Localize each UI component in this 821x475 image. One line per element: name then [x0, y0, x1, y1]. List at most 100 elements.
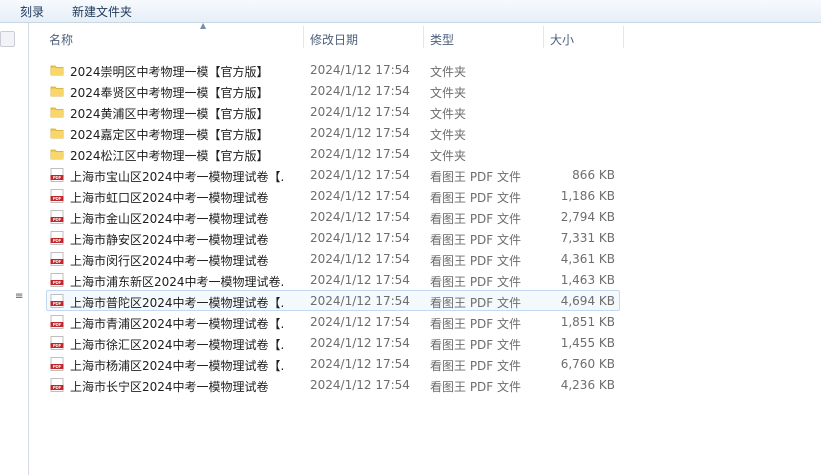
file-name: 上海市闵行区2024中考一模物理试卷	[70, 254, 269, 268]
file-type: 看图王 PDF 文件	[430, 191, 522, 205]
file-date: 2024/1/12 17:54	[310, 357, 410, 371]
file-size: 4,694 KB	[560, 294, 615, 308]
file-type: 看图王 PDF 文件	[430, 170, 522, 184]
file-type: 看图王 PDF 文件	[430, 338, 522, 352]
file-row[interactable]: 2024黄浦区中考物理一模【官方版】 2024/1/12 17:54 文件夹	[46, 101, 620, 122]
file-row[interactable]: PDF 上海市青浦区2024中考一模物理试卷【... 2024/1/12 17:54…	[46, 311, 620, 332]
file-size: 1,455 KB	[560, 336, 615, 350]
file-name: 上海市徐汇区2024中考一模物理试卷【...	[70, 338, 285, 352]
file-date: 2024/1/12 17:54	[310, 147, 410, 161]
file-size: 866 KB	[572, 168, 615, 182]
file-size: 4,236 KB	[560, 378, 615, 392]
file-date: 2024/1/12 17:54	[310, 168, 410, 182]
file-type: 看图王 PDF 文件	[430, 212, 522, 226]
file-name: 2024崇明区中考物理一模【官方版】	[70, 65, 269, 79]
file-date: 2024/1/12 17:54	[310, 273, 410, 287]
pdf-file-icon: PDF	[50, 336, 64, 350]
file-size: 6,760 KB	[560, 357, 615, 371]
column-header-date[interactable]: 修改日期	[304, 31, 358, 49]
pdf-file-icon: PDF	[50, 189, 64, 203]
file-date: 2024/1/12 17:54	[310, 315, 410, 329]
column-header-type[interactable]: 类型	[424, 31, 454, 49]
column-header-bar: 名称 ▲ 修改日期 类型 大小	[29, 21, 821, 49]
file-name: 上海市宝山区2024中考一模物理试卷【...	[70, 170, 285, 184]
svg-text:PDF: PDF	[53, 196, 62, 201]
file-type: 文件夹	[430, 86, 467, 100]
file-date: 2024/1/12 17:54	[310, 63, 410, 77]
svg-text:PDF: PDF	[53, 385, 62, 390]
burn-button[interactable]: 刻录	[20, 3, 44, 20]
svg-text:PDF: PDF	[53, 238, 62, 243]
column-header-size[interactable]: 大小	[544, 31, 574, 49]
file-name: 上海市普陀区2024中考一模物理试卷【...	[70, 296, 285, 310]
file-row[interactable]: PDF 上海市长宁区2024中考一模物理试卷 2024/1/12 17:54 看图王 …	[46, 374, 620, 395]
svg-text:PDF: PDF	[53, 322, 62, 327]
file-name: 上海市杨浦区2024中考一模物理试卷【...	[70, 359, 285, 373]
scrollbar-thumb[interactable]	[0, 31, 15, 47]
svg-text:PDF: PDF	[53, 343, 62, 348]
file-type: 文件夹	[430, 65, 467, 79]
file-row[interactable]: PDF 上海市宝山区2024中考一模物理试卷【... 2024/1/12 17:54…	[46, 164, 620, 185]
file-row[interactable]: PDF 上海市徐汇区2024中考一模物理试卷【... 2024/1/12 17:54…	[46, 332, 620, 353]
file-type: 看图王 PDF 文件	[430, 359, 522, 373]
folder-icon	[50, 147, 64, 161]
file-row[interactable]: PDF 上海市闵行区2024中考一模物理试卷 2024/1/12 17:54 看图王 …	[46, 248, 620, 269]
file-date: 2024/1/12 17:54	[310, 105, 410, 119]
file-date: 2024/1/12 17:54	[310, 378, 410, 392]
file-type: 文件夹	[430, 128, 467, 142]
svg-text:PDF: PDF	[53, 301, 62, 306]
file-name: 上海市长宁区2024中考一模物理试卷	[70, 380, 269, 394]
new-folder-button[interactable]: 新建文件夹	[72, 3, 132, 20]
pdf-file-icon: PDF	[50, 168, 64, 182]
folder-icon	[50, 126, 64, 140]
sort-ascending-icon: ▲	[200, 21, 207, 30]
file-name: 上海市静安区2024中考一模物理试卷	[70, 233, 269, 247]
column-header-name[interactable]: 名称	[43, 31, 73, 49]
file-date: 2024/1/12 17:54	[310, 252, 410, 266]
file-row[interactable]: 2024松江区中考物理一模【官方版】 2024/1/12 17:54 文件夹	[46, 143, 620, 164]
pdf-file-icon: PDF	[50, 378, 64, 392]
file-row[interactable]: 2024奉贤区中考物理一模【官方版】 2024/1/12 17:54 文件夹	[46, 80, 620, 101]
file-row[interactable]: PDF 上海市金山区2024中考一模物理试卷 2024/1/12 17:54 看图王 …	[46, 206, 620, 227]
file-row[interactable]: PDF 上海市杨浦区2024中考一模物理试卷【... 2024/1/12 17:54…	[46, 353, 620, 374]
column-divider[interactable]	[623, 26, 624, 48]
svg-text:PDF: PDF	[53, 217, 62, 222]
svg-text:PDF: PDF	[53, 364, 62, 369]
pdf-file-icon: PDF	[50, 210, 64, 224]
file-type: 文件夹	[430, 149, 467, 163]
file-type: 看图王 PDF 文件	[430, 296, 522, 310]
file-type: 看图王 PDF 文件	[430, 254, 522, 268]
file-date: 2024/1/12 17:54	[310, 84, 410, 98]
file-row[interactable]: 2024崇明区中考物理一模【官方版】 2024/1/12 17:54 文件夹	[46, 59, 620, 80]
file-date: 2024/1/12 17:54	[310, 231, 410, 245]
file-name: 上海市青浦区2024中考一模物理试卷【...	[70, 317, 285, 331]
file-date: 2024/1/12 17:54	[310, 336, 410, 350]
file-name: 2024奉贤区中考物理一模【官方版】	[70, 86, 269, 100]
pdf-file-icon: PDF	[50, 231, 64, 245]
file-name: 2024黄浦区中考物理一模【官方版】	[70, 107, 269, 121]
file-row[interactable]: PDF 上海市浦东新区2024中考一模物理试卷... 2024/1/12 17:54…	[46, 269, 620, 290]
navigation-pane: ≡	[0, 23, 29, 475]
file-name: 2024松江区中考物理一模【官方版】	[70, 149, 269, 163]
file-type: 看图王 PDF 文件	[430, 317, 522, 331]
pane-splitter-grip-icon[interactable]: ≡	[15, 291, 23, 302]
file-row[interactable]: PDF 上海市普陀区2024中考一模物理试卷【... 2024/1/12 17:54…	[46, 290, 620, 311]
file-size: 1,186 KB	[560, 189, 615, 203]
file-date: 2024/1/12 17:54	[310, 126, 410, 140]
file-type: 看图王 PDF 文件	[430, 380, 522, 394]
file-row[interactable]: PDF 上海市静安区2024中考一模物理试卷 2024/1/12 17:54 看图王 …	[46, 227, 620, 248]
file-row[interactable]: PDF 上海市虹口区2024中考一模物理试卷 2024/1/12 17:54 看图王 …	[46, 185, 620, 206]
svg-text:PDF: PDF	[53, 259, 62, 264]
pdf-file-icon: PDF	[50, 252, 64, 266]
folder-icon	[50, 84, 64, 98]
file-row[interactable]: 2024嘉定区中考物理一模【官方版】 2024/1/12 17:54 文件夹	[46, 122, 620, 143]
pdf-file-icon: PDF	[50, 273, 64, 287]
pdf-file-icon: PDF	[50, 315, 64, 329]
file-type: 看图王 PDF 文件	[430, 275, 522, 289]
file-name: 上海市虹口区2024中考一模物理试卷	[70, 191, 269, 205]
file-name: 上海市金山区2024中考一模物理试卷	[70, 212, 269, 226]
pdf-file-icon: PDF	[50, 357, 64, 371]
pdf-file-icon: PDF	[50, 294, 64, 308]
file-type: 文件夹	[430, 107, 467, 121]
file-date: 2024/1/12 17:54	[310, 189, 410, 203]
